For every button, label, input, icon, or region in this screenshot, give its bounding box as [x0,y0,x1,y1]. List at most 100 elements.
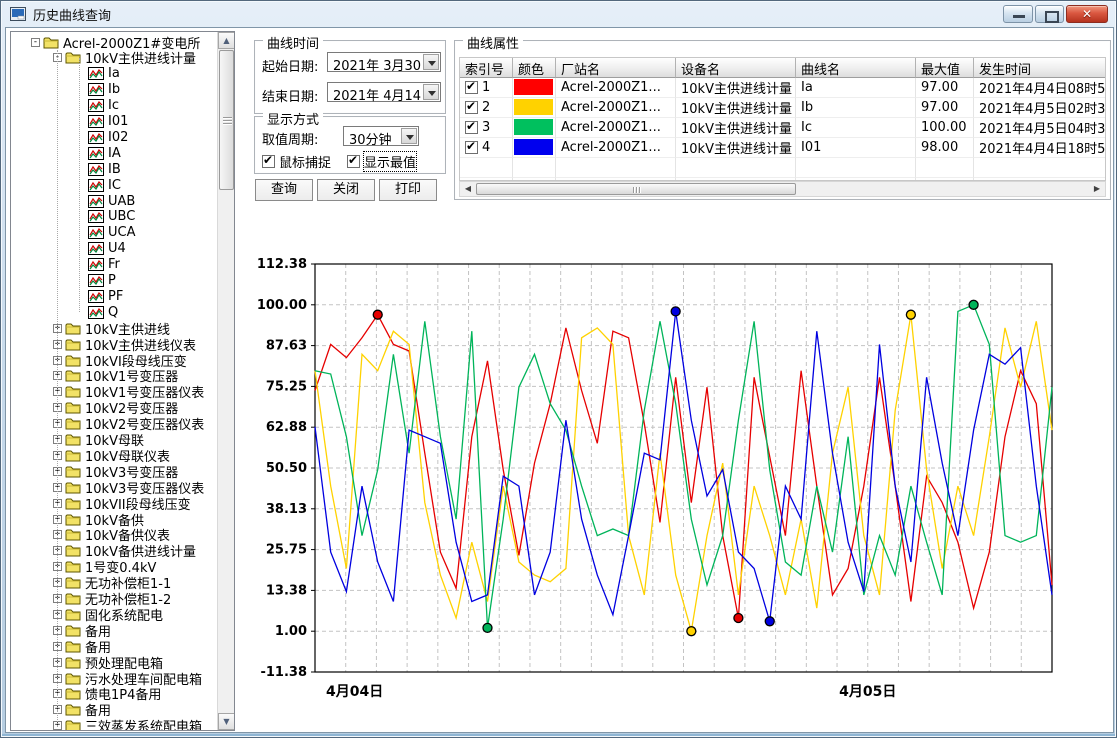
period-dropdown-icon[interactable] [401,128,417,144]
tree-group-item[interactable]: -10kV主供进线计量 [11,50,196,66]
period-value: 30分钟 [349,129,392,148]
table-cell-max[interactable]: 97.00 [916,78,974,98]
folder-icon [65,385,81,398]
tree-curve-item[interactable]: Ia [11,66,120,82]
tree-curve-item[interactable]: I02 [11,129,128,145]
table-header-2[interactable]: 颜色 [513,58,556,78]
scroll-left-icon[interactable]: ◀ [460,182,476,196]
table-cell-index[interactable]: 1 [460,78,513,98]
table-header-1[interactable]: 索引号 [460,58,513,78]
table-header-4[interactable]: 设备名 [676,58,796,78]
min-marker-I01[interactable] [765,617,774,626]
tree-curve-item[interactable]: P [11,273,116,289]
y-axis-label: 1.00 [275,624,307,639]
tree-scrollbar-thumb[interactable] [219,50,234,190]
tree-curve-item[interactable]: UCA [11,225,136,241]
query-button[interactable]: 查询 [255,179,313,201]
table-cell-station[interactable]: Acrel-2000Z1... [556,138,676,158]
table-cell-index[interactable]: 2 [460,98,513,118]
start-date-combobox[interactable]: 2021年 3月30 [327,52,441,72]
folder-icon [65,369,81,382]
tree-curve-item[interactable]: IB [11,161,121,177]
scroll-right-icon[interactable]: ▶ [1089,182,1105,196]
collapse-icon[interactable]: - [31,38,40,47]
tree-guide-line [79,58,80,312]
show-extremes-checkbox[interactable]: 显示最值 [347,152,416,171]
table-cell-curve[interactable]: Ic [796,118,916,138]
tree-folder-item[interactable]: +三效蒸发系统配电箱 [11,718,202,731]
scroll-down-icon[interactable]: ▼ [218,713,235,730]
folder-icon [65,560,81,573]
table-header-3[interactable]: 厂站名 [556,58,676,78]
min-marker-Ib[interactable] [687,627,696,636]
max-marker-Ic[interactable] [969,300,978,309]
table-cell-station[interactable]: Acrel-2000Z1... [556,118,676,138]
close-button[interactable] [1066,5,1108,23]
max-marker-Ia[interactable] [373,310,382,319]
table-cell-max[interactable]: 97.00 [916,98,974,118]
end-date-combobox[interactable]: 2021年 4月14 [327,82,441,102]
table-scrollbar-thumb[interactable] [476,183,796,195]
table-cell-color[interactable] [513,138,556,158]
tree-curve-item[interactable]: Ib [11,82,120,98]
mouse-capture-checkbox[interactable]: 鼠标捕捉 [262,152,331,171]
table-cell-device[interactable]: 10kV主供进线计量 [676,138,796,158]
period-combobox[interactable]: 30分钟 [343,126,419,146]
row-checkbox-icon[interactable] [465,81,478,94]
table-header-7[interactable]: 发生时间 [974,58,1106,78]
tree-scrollbar[interactable]: ▲ ▼ [217,32,234,730]
table-cell-index[interactable]: 3 [460,118,513,138]
table-horizontal-scrollbar[interactable]: ◀ ▶ [459,181,1106,197]
table-cell-color[interactable] [513,118,556,138]
table-header-5[interactable]: 曲线名 [796,58,916,78]
maximize-button[interactable] [1035,5,1064,23]
title-bar[interactable]: 历史曲线查询 [2,2,1115,26]
tree-item-label: UBC [108,209,135,224]
scroll-up-icon[interactable]: ▲ [218,32,235,49]
table-cell-max[interactable]: 100.00 [916,118,974,138]
checkbox-icon[interactable] [347,155,360,168]
table-cell-device[interactable]: 10kV主供进线计量 [676,78,796,98]
table-cell-device[interactable]: 10kV主供进线计量 [676,118,796,138]
tree-item-label: Ic [108,98,119,113]
table-cell-station[interactable]: Acrel-2000Z1... [556,98,676,118]
close-dialog-button[interactable]: 关闭 [317,179,375,201]
end-date-dropdown-icon[interactable] [423,84,439,100]
table-cell-time[interactable]: 2021年4月5日04时30 [974,118,1106,138]
table-cell-station[interactable]: Acrel-2000Z1... [556,78,676,98]
min-marker-Ia[interactable] [734,614,743,623]
checkbox-icon[interactable] [262,155,275,168]
table-cell-time[interactable]: 2021年4月4日08时51 [974,78,1106,98]
table-cell-color[interactable] [513,78,556,98]
table-cell-index[interactable]: 4 [460,138,513,158]
table-cell-curve[interactable]: Ia [796,78,916,98]
tree-curve-item[interactable]: U4 [11,241,126,257]
table-cell-device[interactable]: 10kV主供进线计量 [676,98,796,118]
tree-curve-item[interactable]: UBC [11,209,135,225]
table-cell-curve[interactable]: I01 [796,138,916,158]
row-checkbox-icon[interactable] [465,121,478,134]
row-checkbox-icon[interactable] [465,101,478,114]
tree-curve-item[interactable]: UAB [11,193,135,209]
table-cell-max[interactable]: 98.00 [916,138,974,158]
tree-curve-item[interactable]: Ic [11,98,119,114]
max-marker-Ib[interactable] [906,310,915,319]
tree-curve-item[interactable]: IC [11,177,121,193]
table-cell-color[interactable] [513,98,556,118]
table-cell-time[interactable]: 2021年4月4日18时51 [974,138,1106,158]
print-button[interactable]: 打印 [379,179,437,201]
curve-properties-table: 索引号颜色厂站名设备名曲线名最大值发生时间1Acrel-2000Z1...10k… [459,57,1106,181]
y-axis-label: 75.25 [266,379,307,394]
minimize-button[interactable] [1003,5,1033,23]
tree-curve-item[interactable]: PF [11,288,123,304]
start-date-dropdown-icon[interactable] [423,54,439,70]
tree-curve-item[interactable]: I01 [11,114,128,130]
tree-curve-item[interactable]: Fr [11,257,120,273]
tree-curve-item[interactable]: IA [11,145,121,161]
table-cell-curve[interactable]: Ib [796,98,916,118]
table-header-6[interactable]: 最大值 [916,58,974,78]
table-cell-time[interactable]: 2021年4月5日02时30 [974,98,1106,118]
max-marker-I01[interactable] [671,307,680,316]
row-checkbox-icon[interactable] [465,141,478,154]
min-marker-Ic[interactable] [483,623,492,632]
